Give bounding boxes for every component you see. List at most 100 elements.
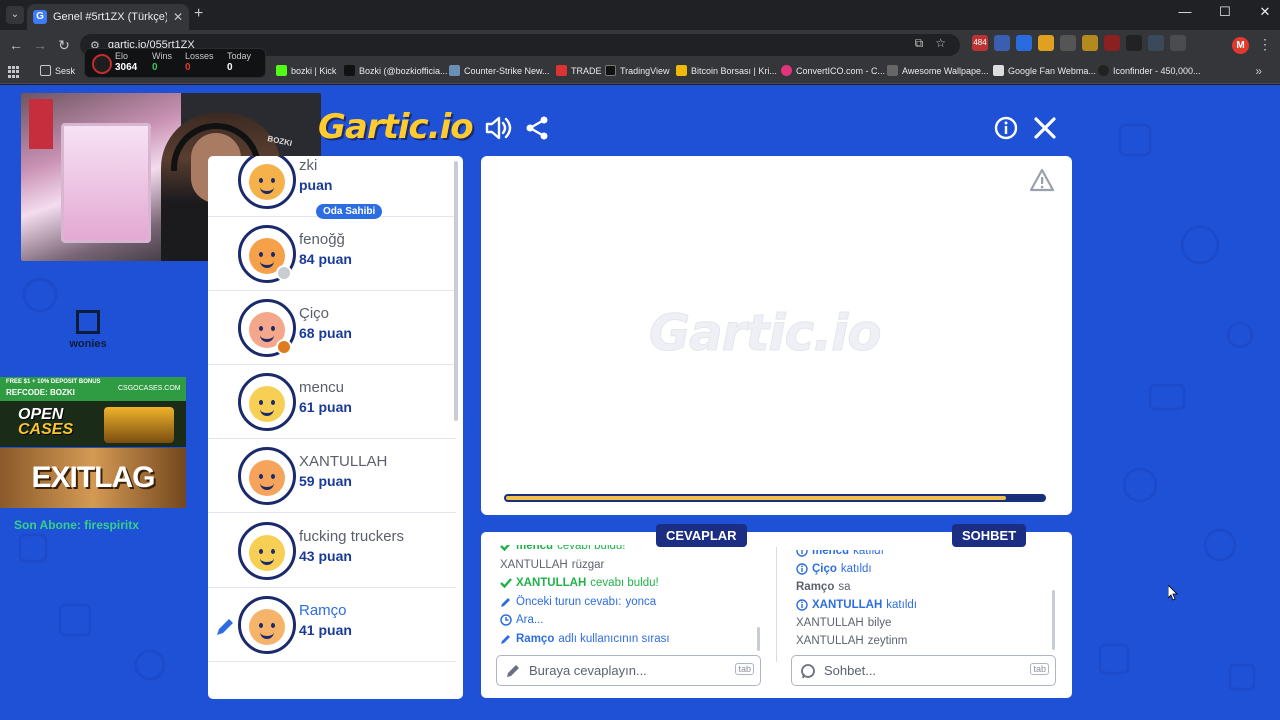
binance-icon bbox=[676, 65, 687, 76]
answer-input[interactable]: Buraya cevaplayın... tab bbox=[496, 655, 761, 686]
gartic-logo[interactable]: Gartic.io bbox=[318, 107, 474, 147]
answer-message: XANTULLAH rüzgar bbox=[500, 559, 604, 571]
profile-avatar[interactable]: M bbox=[1232, 37, 1249, 54]
bookmark-label: Sesk bbox=[55, 65, 76, 76]
player-row[interactable]: fucking truckers 43 puan bbox=[208, 514, 456, 588]
converticon-icon bbox=[781, 65, 792, 76]
tab-search-button[interactable]: ⌄ bbox=[6, 6, 24, 24]
extension-icon[interactable] bbox=[1082, 35, 1098, 51]
cases-line2: CASES bbox=[18, 421, 74, 438]
answers-scrollbar[interactable] bbox=[757, 627, 760, 651]
kick-icon bbox=[276, 65, 287, 76]
player-avatar bbox=[238, 156, 296, 209]
bookmark-star-icon[interactable]: ☆ bbox=[935, 36, 946, 51]
bookmark-item[interactable]: Iconfinder - 450,000... bbox=[1098, 65, 1201, 76]
forward-button[interactable]: → bbox=[28, 37, 52, 53]
close-window-button[interactable]: ✕ bbox=[1256, 4, 1274, 20]
bookmark-label: Bitcoin Borsası | Kri... bbox=[691, 65, 777, 76]
chat-message: XANTULLAH katıldı bbox=[796, 599, 917, 611]
elo-stat: Elo 3064 bbox=[115, 51, 137, 73]
info-icon bbox=[796, 599, 808, 611]
today-value: 0 bbox=[227, 62, 233, 73]
bookmark-item[interactable]: Awesome Wallpape... bbox=[887, 65, 989, 76]
message-text: rüzgar bbox=[571, 559, 605, 571]
player-avatar bbox=[238, 373, 296, 431]
wins-stat: Wins 0 bbox=[152, 51, 172, 73]
room-owner-badge: Oda Sahibi bbox=[316, 204, 383, 219]
avatar-face bbox=[249, 164, 285, 200]
player-points: 59 puan bbox=[299, 473, 352, 489]
minimize-button[interactable]: — bbox=[1176, 4, 1194, 20]
share-icon[interactable] bbox=[524, 115, 550, 141]
bookmark-item[interactable]: TradingView bbox=[605, 65, 670, 76]
player-points: 68 puan bbox=[299, 325, 352, 341]
close-icon[interactable] bbox=[1033, 116, 1057, 140]
chat-input[interactable]: Sohbet... tab bbox=[791, 655, 1056, 686]
more-bookmarks-icon[interactable]: » bbox=[1255, 64, 1262, 78]
extension-icon[interactable] bbox=[1104, 35, 1120, 51]
extension-icon[interactable] bbox=[1038, 35, 1054, 51]
message-text: cevabı buldu! bbox=[590, 577, 659, 589]
faceit-elo-widget: Elo 3064 Wins 0 Losses 0 Today 0 bbox=[84, 48, 266, 78]
active-tab[interactable]: G Genel #5rt1ZX (Türkçe) - Gartic ✕ bbox=[27, 4, 189, 30]
player-row[interactable]: fenoğğ 84 puan bbox=[208, 217, 456, 291]
reload-button[interactable]: ↻ bbox=[52, 37, 76, 54]
clock-icon bbox=[500, 614, 512, 626]
canvas-watermark: Gartic.io bbox=[649, 304, 883, 363]
apps-grid-icon[interactable] bbox=[8, 66, 20, 78]
bookmark-item[interactable]: Bitcoin Borsası | Kri... bbox=[676, 65, 777, 76]
player-points: 84 puan bbox=[299, 251, 352, 267]
cast-icon[interactable]: ⧉ bbox=[915, 36, 924, 51]
extension-icon[interactable] bbox=[1060, 35, 1076, 51]
info-icon[interactable] bbox=[994, 116, 1018, 140]
extensions-puzzle-icon[interactable] bbox=[1170, 35, 1186, 51]
player-row[interactable]: Ramço 41 puan bbox=[208, 588, 456, 662]
maximize-button[interactable]: ☐ bbox=[1216, 4, 1234, 20]
chat-scrollbar[interactable] bbox=[1052, 590, 1055, 650]
report-warning-icon[interactable] bbox=[1029, 168, 1055, 192]
info-icon bbox=[796, 563, 808, 575]
player-row[interactable]: XANTULLAH 59 puan bbox=[208, 439, 456, 513]
window-controls: — ☐ ✕ bbox=[1176, 4, 1274, 20]
player-name: fucking truckers bbox=[299, 528, 405, 545]
cases-brand-text: CSGOCASES.COM bbox=[118, 385, 181, 392]
tab-close-icon[interactable]: ✕ bbox=[173, 10, 183, 24]
extension-icon[interactable] bbox=[1148, 35, 1164, 51]
sound-icon[interactable] bbox=[484, 116, 512, 140]
bookmark-folder[interactable]: Sesk bbox=[40, 65, 75, 76]
player-status-dot bbox=[276, 265, 292, 281]
message-author: Ramço bbox=[516, 633, 555, 645]
new-tab-button[interactable]: + bbox=[194, 5, 203, 23]
bookmark-item[interactable]: ConvertICO.com - C... bbox=[781, 65, 885, 76]
cases-line1: OPEN bbox=[18, 406, 64, 423]
tab-title: Genel #5rt1ZX (Türkçe) - Gartic bbox=[53, 11, 167, 23]
last-subscriber-text: Son Abone: firespiritx bbox=[14, 518, 139, 532]
bookmark-item[interactable]: Bozki (@bozkiofficia... bbox=[344, 65, 448, 76]
players-list: zki puan fenoğğ 84 puan Çiço 68 puan mencu 61 p… bbox=[208, 156, 463, 699]
exitlag-banner: EXITLAG bbox=[0, 448, 186, 508]
bookmark-item[interactable]: bozki | Kick bbox=[276, 65, 336, 76]
extension-icon[interactable] bbox=[1126, 35, 1142, 51]
csgocases-banner: FREE $1 + 10% DEPOSIT BONUS REFCODE: BOZ… bbox=[0, 377, 186, 447]
extension-icon[interactable] bbox=[1016, 35, 1032, 51]
extension-icon[interactable] bbox=[994, 35, 1010, 51]
bookmark-item[interactable]: Counter-Strike New... bbox=[449, 65, 550, 76]
mouse-cursor-icon bbox=[1168, 585, 1178, 601]
message-text: katıldı bbox=[886, 599, 917, 611]
avatar-face bbox=[249, 386, 285, 422]
browser-menu-icon[interactable]: ⋮ bbox=[1258, 36, 1272, 53]
message-text: sa bbox=[838, 581, 851, 593]
bookmark-label: Awesome Wallpape... bbox=[902, 65, 989, 76]
player-row[interactable]: mencu 61 puan bbox=[208, 365, 456, 439]
back-button[interactable]: ← bbox=[4, 37, 28, 53]
sponsor-logo: wonies bbox=[60, 310, 116, 365]
bookmark-item[interactable]: Google Fan Webma... bbox=[993, 65, 1096, 76]
bookmark-item[interactable]: TRADE bbox=[556, 65, 602, 76]
wins-label: Wins bbox=[152, 51, 172, 61]
tab-key-hint: tab bbox=[1030, 663, 1049, 675]
players-scrollbar[interactable] bbox=[454, 161, 458, 421]
player-row[interactable]: Çiço 68 puan bbox=[208, 291, 456, 365]
message-text: zeytinm bbox=[867, 635, 908, 647]
drawing-canvas[interactable]: Gartic.io bbox=[481, 156, 1072, 515]
extension-badge-icon[interactable]: 484 bbox=[972, 35, 988, 51]
